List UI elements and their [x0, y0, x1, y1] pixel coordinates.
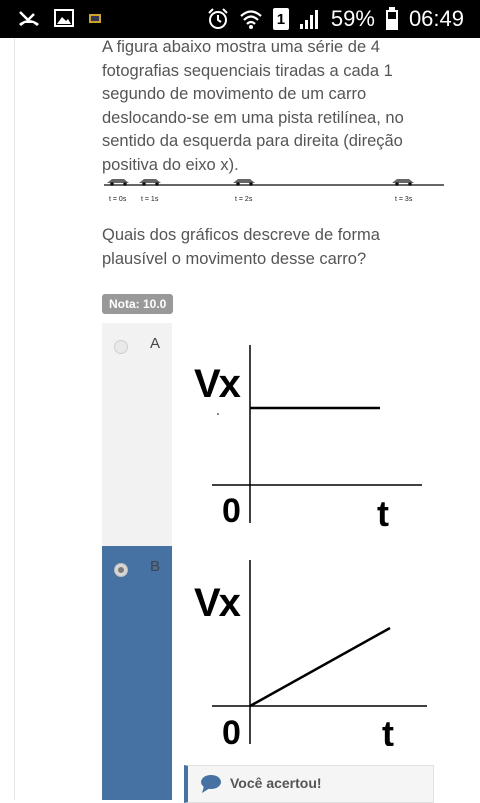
graph-b: Vx 0 t [172, 546, 444, 754]
question-content: A figura abaixo mostra uma série de 4 fo… [0, 38, 480, 803]
graph-a: Vx 0 t [172, 323, 444, 546]
car-track-figure: t = 0s t = 1s t = 2s t = 3s [104, 174, 444, 206]
x-axis-label: t [377, 493, 389, 534]
battery-percent: 59% [330, 6, 375, 31]
track-label: t = 1s [141, 196, 159, 203]
sim-icon: 1 [272, 8, 289, 30]
option-sidebar-selected [102, 546, 172, 800]
wifi-icon [239, 8, 263, 30]
speech-bubble-icon [200, 774, 222, 799]
track-label: t = 0s [109, 196, 127, 203]
notification-icons [18, 8, 102, 28]
clock: 06:49 [408, 6, 464, 31]
answer-option-b[interactable]: Vx 0 t B Você acertou! [102, 546, 444, 803]
app-icon [88, 11, 102, 25]
velocity-line [249, 626, 391, 708]
gallery-icon [54, 9, 74, 27]
option-letter: B [150, 558, 161, 575]
question-intro: A figura abaixo mostra uma série de 4 fo… [102, 38, 404, 174]
battery-icon [385, 7, 399, 31]
system-icons: 1 59% 06:49 [207, 6, 464, 32]
grade-badge: Nota: 10.0 [102, 294, 174, 314]
missed-call-icon [18, 8, 40, 28]
option-letter: A [150, 335, 161, 352]
signal-icon [299, 8, 321, 30]
track-label: t = 2s [235, 196, 253, 203]
feedback-box: Você acertou! [184, 765, 434, 803]
question-prompt: Quais dos gráficos descreve de forma pla… [102, 226, 380, 268]
alarm-icon [207, 8, 229, 30]
y-axis-label: Vx [194, 362, 241, 406]
origin-label: 0 [222, 492, 241, 530]
feedback-text: Você acertou! [230, 775, 322, 791]
answer-option-a[interactable]: A Vx 0 t [102, 323, 444, 546]
track-label: t = 3s [395, 196, 413, 203]
radio-button-b[interactable] [114, 563, 128, 577]
y-axis-label: Vx [194, 581, 241, 625]
option-sidebar: A [102, 323, 172, 546]
status-bar: 1 59% 06:49 [0, 0, 480, 38]
radio-button-a[interactable] [114, 340, 128, 354]
origin-label: 0 [222, 714, 241, 746]
x-axis-label: t [382, 713, 394, 746]
left-divider [14, 38, 15, 800]
